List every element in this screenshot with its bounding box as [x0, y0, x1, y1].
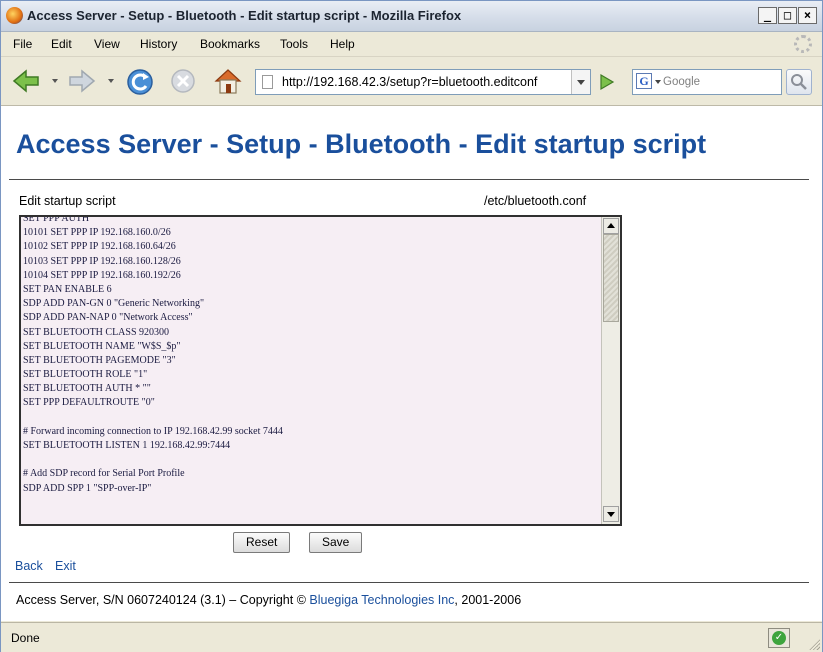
menu-file[interactable]: File	[13, 37, 32, 51]
script-line: # Forward incoming connection to IP 192.…	[23, 425, 283, 437]
forward-history-dropdown[interactable]	[108, 79, 114, 83]
editor-scrollbar[interactable]	[601, 217, 620, 524]
scroll-down-arrow-icon[interactable]	[603, 506, 619, 522]
page-icon	[262, 75, 273, 89]
script-line: SET BLUETOOTH LISTEN 1 192.168.42.99:744…	[23, 440, 231, 451]
reset-button[interactable]: Reset	[233, 532, 291, 553]
back-history-dropdown[interactable]	[52, 79, 58, 83]
script-line: 10103 SET PPP IP 192.168.160.128/26	[23, 255, 181, 267]
back-link[interactable]: Back	[15, 559, 43, 573]
maximize-button[interactable]: □	[778, 7, 797, 24]
scrollbar-thumb[interactable]	[603, 234, 619, 322]
title-bar: Access Server - Setup - Bluetooth - Edit…	[1, 1, 822, 32]
scroll-up-arrow-icon[interactable]	[603, 218, 619, 234]
url-bar[interactable]: http://192.168.42.3/setup?r=bluetooth.ed…	[255, 69, 591, 95]
search-engine-dropdown[interactable]	[655, 80, 661, 84]
editor-label: Edit startup script	[19, 194, 116, 208]
magnifier-icon	[791, 74, 807, 90]
save-button[interactable]: Save	[309, 532, 363, 553]
menu-history[interactable]: History	[140, 37, 177, 51]
exit-link[interactable]: Exit	[55, 559, 76, 573]
script-line: SDP ADD PAN-GN 0 "Generic Networking"	[23, 298, 205, 310]
menu-help[interactable]: Help	[330, 37, 355, 51]
stop-icon[interactable]	[169, 67, 197, 95]
script-line: SET PPP DEFAULTROUTE "0"	[23, 397, 155, 409]
home-icon[interactable]	[213, 67, 243, 95]
script-line: # Add SDP record for Serial Port Profile	[23, 468, 185, 480]
script-line: SET PAN ENABLE 6	[23, 283, 112, 295]
menu-bookmarks[interactable]: Bookmarks	[200, 37, 260, 51]
footer-divider	[9, 582, 809, 583]
script-line	[23, 411, 601, 425]
script-line: SDP ADD SPP 1 "SPP-over-IP"	[23, 482, 152, 494]
script-line: 10104 SET PPP IP 192.168.160.192/26	[23, 269, 181, 281]
url-text[interactable]: http://192.168.42.3/setup?r=bluetooth.ed…	[282, 75, 537, 89]
script-line: SET BLUETOOTH PAGEMODE "3"	[23, 354, 176, 366]
firefox-logo-icon	[6, 7, 23, 24]
minimize-button[interactable]: _	[758, 7, 777, 24]
menu-tools[interactable]: Tools	[280, 37, 308, 51]
status-bar: Done ✓	[1, 622, 822, 652]
search-button[interactable]	[786, 69, 812, 95]
footer-years: , 2001-2006	[454, 593, 522, 607]
search-box[interactable]: G Google	[632, 69, 782, 95]
forward-arrow-icon[interactable]	[67, 67, 97, 95]
reload-icon[interactable]	[125, 67, 155, 95]
script-line: SET BLUETOOTH ROLE "1"	[23, 369, 148, 381]
url-history-dropdown[interactable]	[571, 70, 590, 94]
menu-view[interactable]: View	[94, 37, 120, 51]
divider	[9, 179, 809, 180]
status-check-icon: ✓	[768, 628, 790, 648]
throbber-icon	[794, 35, 812, 53]
script-line: SDP ADD PAN-NAP 0 "Network Access"	[23, 312, 193, 324]
search-engine-icon[interactable]: G	[636, 73, 652, 89]
page-content: Access Server - Setup - Bluetooth - Edit…	[1, 106, 822, 621]
footer: Access Server, S/N 0607240124 (3.1) – Co…	[16, 593, 521, 607]
company-link[interactable]: Bluegiga Technologies Inc	[309, 593, 454, 607]
menu-edit[interactable]: Edit	[51, 37, 72, 51]
script-line	[23, 453, 601, 467]
script-line: SET BLUETOOTH AUTH * ""	[23, 383, 151, 395]
page-title: Access Server - Setup - Bluetooth - Edit…	[16, 129, 707, 159]
script-line: 10102 SET PPP IP 192.168.160.64/26	[23, 241, 176, 253]
editor-file-path: /etc/bluetooth.conf	[484, 194, 587, 208]
menu-bar: File Edit View History Bookmarks Tools H…	[1, 32, 822, 57]
browser-window: Access Server - Setup - Bluetooth - Edit…	[0, 0, 823, 652]
footer-text: Access Server, S/N 0607240124 (3.1) – Co…	[16, 593, 306, 607]
close-button[interactable]: ×	[798, 7, 817, 24]
back-arrow-icon[interactable]	[11, 67, 41, 95]
script-line: SET BLUETOOTH NAME "W$S_$p"	[23, 340, 181, 352]
script-line: 10101 SET PPP IP 192.168.160.0/26	[23, 227, 171, 239]
script-text[interactable]: SET PPP AUTH 10101 SET PPP IP 192.168.160…	[23, 215, 601, 496]
script-line: SET PPP AUTH	[23, 215, 90, 224]
window-title: Access Server - Setup - Bluetooth - Edit…	[27, 8, 462, 23]
script-line: SET BLUETOOTH CLASS 920300	[23, 326, 170, 338]
script-textarea[interactable]: SET PPP AUTH 10101 SET PPP IP 192.168.160…	[19, 215, 622, 526]
resize-grip[interactable]	[808, 638, 820, 650]
status-text: Done	[11, 631, 40, 645]
search-placeholder[interactable]: Google	[663, 76, 700, 88]
go-icon[interactable]	[595, 71, 617, 93]
